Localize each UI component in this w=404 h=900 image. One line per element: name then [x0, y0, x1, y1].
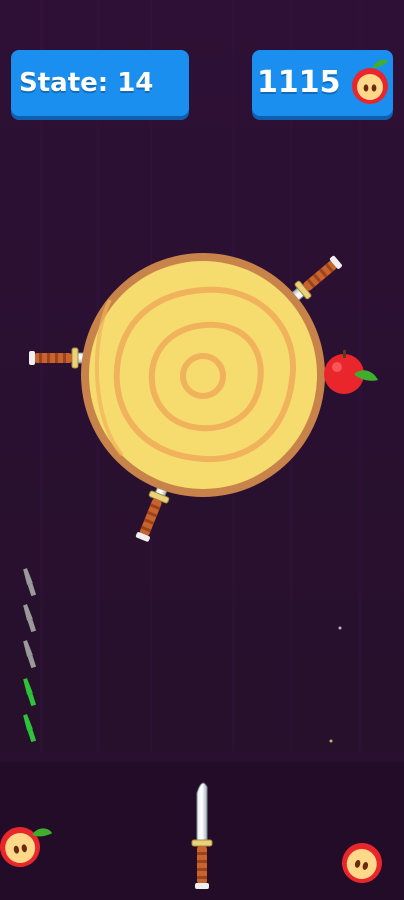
- log-target: [81, 253, 325, 497]
- apple-half-icon: [352, 59, 388, 104]
- stage-panel: State: 14: [11, 50, 189, 116]
- sparkle: [329, 739, 333, 743]
- sparkle: [338, 626, 342, 630]
- game-canvas: [0, 0, 404, 900]
- game-scene[interactable]: State: 14 1115: [0, 0, 404, 900]
- stage-label: State: 14: [19, 68, 154, 98]
- floor-edge: [0, 752, 404, 762]
- apple-score-panel: 1115: [252, 50, 393, 116]
